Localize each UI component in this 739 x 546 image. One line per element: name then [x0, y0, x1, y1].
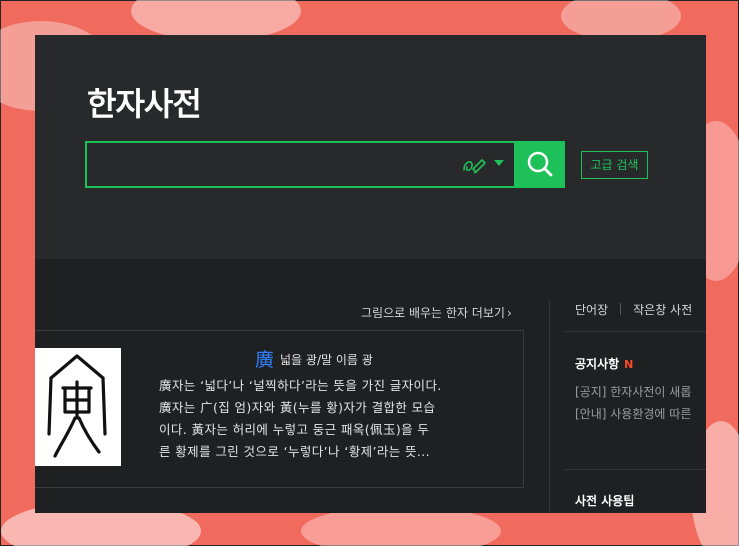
description-line: 廣자는 ‘넓다’나 ‘널찍하다’라는 뜻을 가진 글자이다.: [159, 378, 442, 393]
sidebar-divider-line: [565, 331, 706, 332]
page-title: 한자사전: [87, 85, 202, 123]
notice-item[interactable]: [공지] 한자사전이 새롭: [575, 383, 691, 400]
search-icon: [527, 151, 553, 177]
header: 한자사전 고급 검색: [35, 35, 706, 259]
sidebar-tabs: 단어장 작은창 사전: [575, 301, 692, 318]
new-badge: N: [624, 358, 634, 371]
sidebar-divider: [549, 301, 550, 513]
hanja-ancient-form-image: [35, 348, 121, 466]
search-button[interactable]: [515, 141, 565, 188]
hanja-story-card[interactable]: 廣 넓을 광/말 이름 광 廣자는 ‘넓다’나 ‘널찍하다’라는 뜻을 가진 글자…: [35, 330, 524, 488]
description-line: 이다. 黃자는 허리에 누렇고 둥근 패옥(佩玉)을 두: [159, 422, 430, 437]
tab-mini-dictionary[interactable]: 작은창 사전: [633, 303, 692, 317]
description-line: 廣자는 广(집 엄)자와 黃(누를 황)자가 결합한 모습: [159, 400, 436, 415]
tips-title[interactable]: 사전 사용팁: [575, 492, 634, 509]
advanced-search-button[interactable]: 고급 검색: [581, 151, 648, 179]
ancient-character-icon: [47, 354, 107, 458]
hanja-description: 廣자는 ‘넓다’나 ‘널찍하다’라는 뜻을 가진 글자이다. 廣자는 广(집 엄…: [159, 375, 501, 463]
description-line: 른 황제를 그린 것으로 ‘누렇다’나 ‘황제’라는 뜻...: [159, 444, 431, 459]
sidebar-divider-line: [565, 469, 706, 470]
more-hanja-link[interactable]: 그림으로 배우는 한자 더보기 ›: [361, 304, 512, 321]
caret-down-icon[interactable]: [494, 160, 504, 166]
search-input[interactable]: [85, 141, 516, 188]
hanja-meaning: 넓을 광/말 이름 광: [280, 353, 373, 367]
hanja-character[interactable]: 廣: [255, 349, 274, 371]
tab-wordbook[interactable]: 단어장: [575, 303, 608, 317]
notice-item[interactable]: [안내] 사용환경에 따른: [575, 405, 691, 422]
notice-title[interactable]: 공지사항 N: [575, 355, 633, 372]
chevron-right-icon: ›: [506, 306, 512, 320]
dictionary-window: 한자사전 고급 검색 그림으로 배우는 한자 더보기 › 廣 넓을 광/말 이름…: [35, 35, 706, 513]
more-hanja-link-label: 그림으로 배우는 한자 더보기: [361, 306, 505, 320]
hanja-heading: 廣 넓을 광/말 이름 광: [255, 345, 373, 372]
handwriting-input-icon[interactable]: [461, 153, 487, 177]
tab-separator: [620, 303, 622, 315]
notice-title-label: 공지사항: [575, 357, 620, 371]
